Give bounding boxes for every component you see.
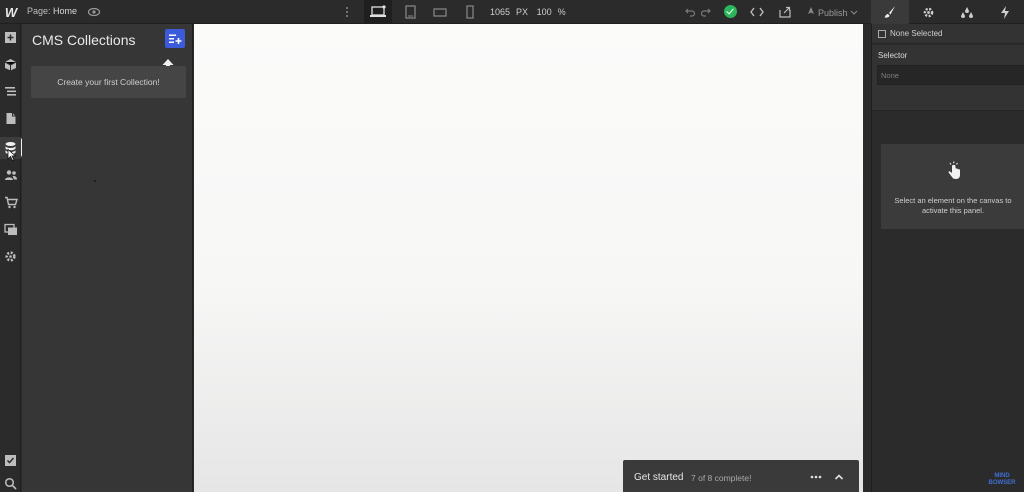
- images-icon: [3, 223, 17, 235]
- selection-header: None Selected: [872, 24, 1024, 44]
- mobile-portrait-breakpoint-icon[interactable]: [456, 0, 484, 24]
- interactions-tab[interactable]: [986, 0, 1024, 24]
- empty-state-card: Select an element on the canvas to activ…: [881, 144, 1024, 229]
- zoom-unit: %: [557, 7, 566, 17]
- rocket-icon: [808, 7, 814, 14]
- selector-section: Selector None: [872, 45, 1024, 111]
- bolt-icon: [1000, 5, 1009, 19]
- gear-icon: [5, 250, 16, 262]
- paintbrush-icon: [884, 6, 896, 18]
- users-button[interactable]: [0, 164, 21, 186]
- get-started-title: Get started: [634, 472, 684, 483]
- eye-icon[interactable]: [87, 5, 101, 19]
- code-icon[interactable]: [749, 4, 765, 20]
- right-panel-tabs: [871, 0, 1024, 24]
- width-value: 1065: [490, 7, 511, 17]
- stray-dot: [94, 180, 96, 182]
- chevron-down-icon: [850, 10, 857, 15]
- navigator-button[interactable]: [0, 80, 21, 102]
- watermark-logo: MIND BOWSER: [980, 473, 1024, 487]
- add-collection-button[interactable]: [165, 29, 185, 48]
- zoom-value: 100: [536, 7, 552, 17]
- settings-tab[interactable]: [909, 0, 947, 24]
- gear-icon: [923, 7, 934, 17]
- width-unit: PX: [516, 7, 529, 17]
- add-list-icon: [169, 34, 182, 44]
- assets-button[interactable]: [0, 218, 21, 240]
- canvas-gutter: [863, 24, 871, 492]
- style-tab[interactable]: [871, 0, 910, 24]
- search-button[interactable]: [0, 472, 21, 492]
- webflow-logo[interactable]: W: [0, 0, 22, 24]
- export-icon[interactable]: [777, 4, 793, 20]
- symbols-button[interactable]: [0, 53, 21, 75]
- selection-checkbox[interactable]: [878, 30, 886, 38]
- page-selector[interactable]: Page: Home: [27, 6, 77, 16]
- redo-icon[interactable]: [698, 4, 714, 20]
- ecommerce-button[interactable]: [0, 191, 21, 213]
- audit-button[interactable]: [0, 449, 21, 471]
- desktop-breakpoint-icon[interactable]: [364, 0, 392, 24]
- canvas-size-readout: 1065 PX 100%: [490, 7, 572, 17]
- users-icon: [4, 170, 17, 180]
- more-horizontal-icon[interactable]: [809, 470, 823, 482]
- empty-state-message: Select an element on the canvas to activ…: [894, 196, 1012, 215]
- mouse-cursor-icon: [7, 148, 17, 162]
- page-icon: [6, 112, 15, 124]
- selector-input[interactable]: None: [877, 65, 1024, 85]
- watermark-line-2: BOWSER: [988, 480, 1016, 486]
- search-icon: [4, 477, 17, 490]
- style-panel: None Selected Selector None Select an el…: [871, 24, 1024, 492]
- pointer-hand-icon: [946, 160, 962, 180]
- checkbox-check-icon: [5, 454, 16, 466]
- design-canvas[interactable]: [194, 24, 863, 492]
- style-manager-tab[interactable]: [948, 0, 986, 24]
- drops-icon: [960, 6, 973, 18]
- layers-list-icon: [5, 86, 16, 96]
- left-toolbar: [0, 24, 21, 492]
- cube-icon: [4, 58, 17, 70]
- mobile-landscape-breakpoint-icon[interactable]: [426, 0, 454, 24]
- settings-button[interactable]: [0, 245, 21, 267]
- get-started-widget[interactable]: Get started 7 of 8 complete!: [623, 460, 859, 492]
- saved-status-icon: [724, 5, 737, 18]
- get-started-progress: 7 of 8 complete!: [691, 473, 752, 483]
- create-collection-prompt[interactable]: Create your first Collection!: [31, 66, 186, 98]
- publish-button[interactable]: Publish: [806, 7, 858, 18]
- page-name: Home: [53, 6, 78, 16]
- none-selected-label: None Selected: [890, 29, 943, 38]
- cms-collections-panel: CMS Collections Create your first Collec…: [22, 24, 193, 492]
- panel-title: CMS Collections: [32, 32, 136, 48]
- publish-label: Publish: [818, 8, 848, 18]
- selector-label: Selector: [878, 51, 908, 60]
- more-vertical-icon[interactable]: [343, 5, 351, 19]
- chevron-up-icon[interactable]: [833, 470, 845, 482]
- cart-icon: [4, 196, 18, 208]
- watermark-line-1: MIND: [994, 473, 1010, 479]
- page-prefix: Page:: [27, 6, 51, 16]
- plus-square-icon: [5, 31, 16, 43]
- undo-icon[interactable]: [682, 4, 698, 20]
- tablet-breakpoint-icon[interactable]: [396, 0, 424, 24]
- top-bar: W Page: Home 1065 PX 100% Publish: [0, 0, 1024, 24]
- pages-button[interactable]: [0, 107, 21, 129]
- add-elements-button[interactable]: [0, 26, 21, 48]
